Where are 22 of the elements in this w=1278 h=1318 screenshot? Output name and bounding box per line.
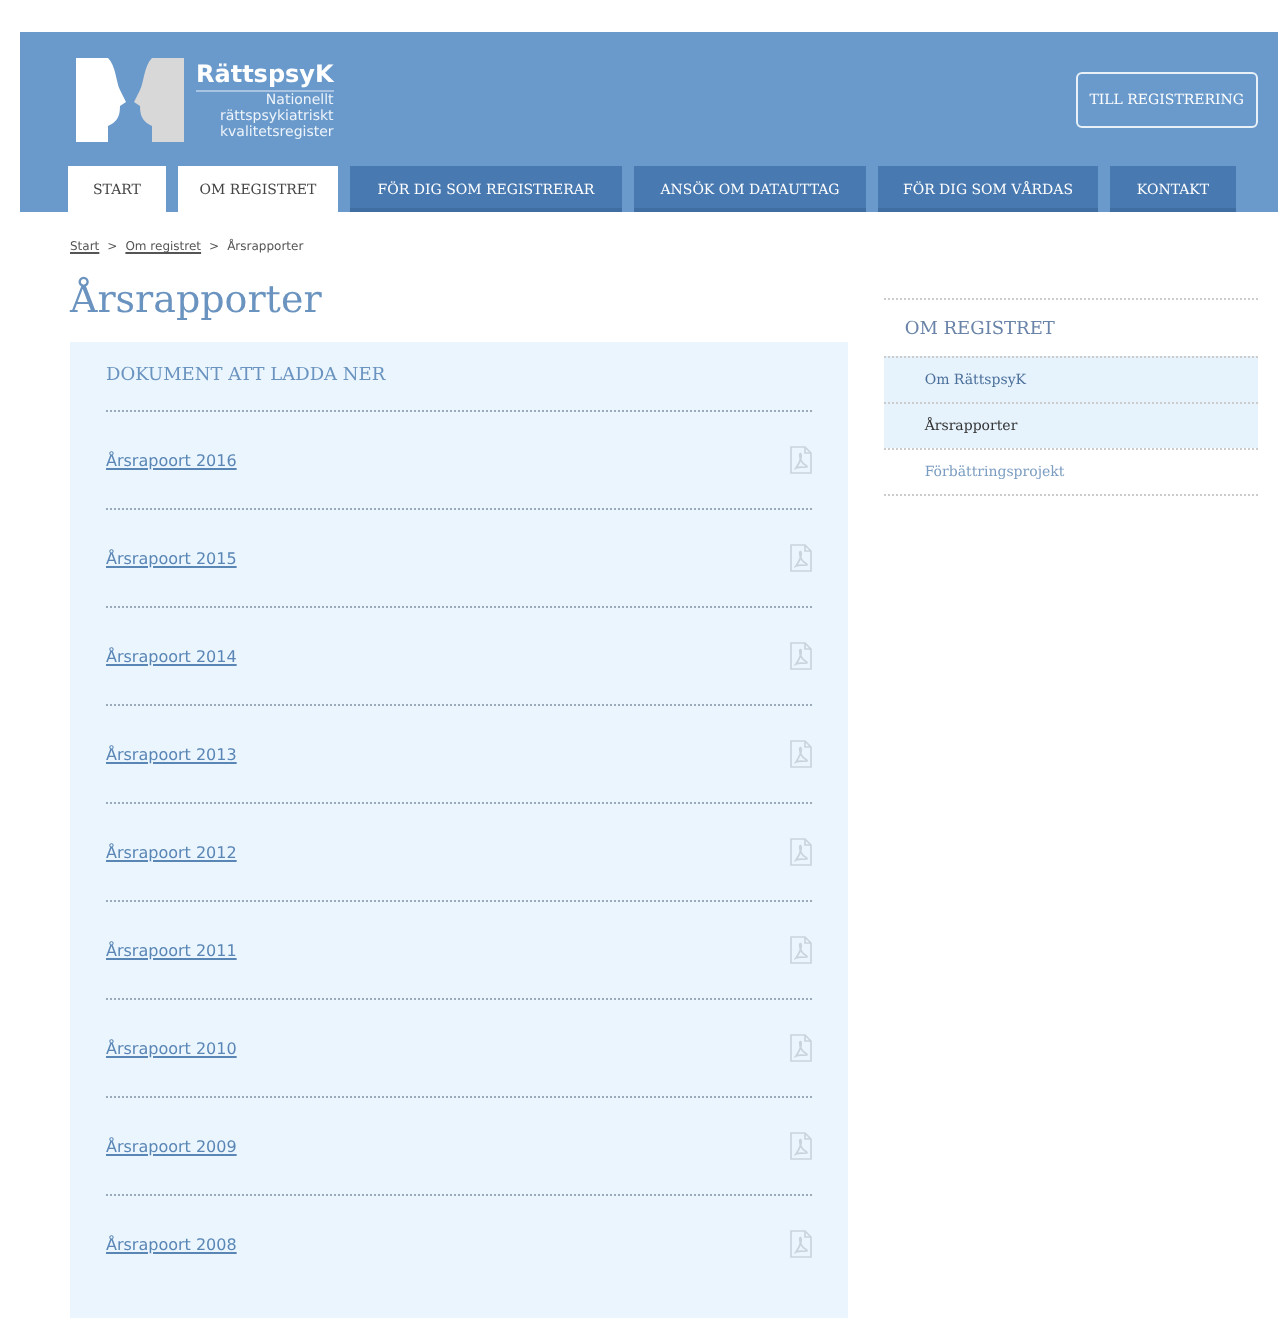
document-link[interactable]: Årsrapoort 2015 [106,549,237,567]
pdf-file-icon[interactable] [790,446,813,474]
document-link[interactable]: Årsrapoort 2010 [106,1039,237,1057]
document-link[interactable]: Årsrapoort 2011 [106,941,237,959]
panel-heading: DOKUMENT ATT LADDA NER [106,362,813,412]
pdf-file-icon[interactable] [790,936,813,964]
document-link[interactable]: Årsrapoort 2013 [106,745,237,763]
pdf-file-icon[interactable] [790,838,813,866]
pdf-file-icon[interactable] [790,740,813,768]
pdf-file-icon[interactable] [790,1230,813,1258]
faces-logo-icon [72,53,188,145]
pdf-file-icon[interactable] [790,544,813,572]
pdf-file-icon[interactable] [790,1034,813,1062]
page-title: Årsrapporter [70,278,324,322]
pdf-file-icon[interactable] [790,1132,813,1160]
document-link[interactable]: Årsrapoort 2016 [106,451,237,469]
document-link[interactable]: Årsrapoort 2009 [106,1137,237,1155]
logo-name: RättspsyK [196,59,334,91]
document-link[interactable]: Årsrapoort 2014 [106,647,237,665]
document-link[interactable]: Årsrapoort 2012 [106,843,237,861]
pdf-file-icon[interactable] [790,642,813,670]
document-link[interactable]: Årsrapoort 2008 [106,1235,237,1253]
